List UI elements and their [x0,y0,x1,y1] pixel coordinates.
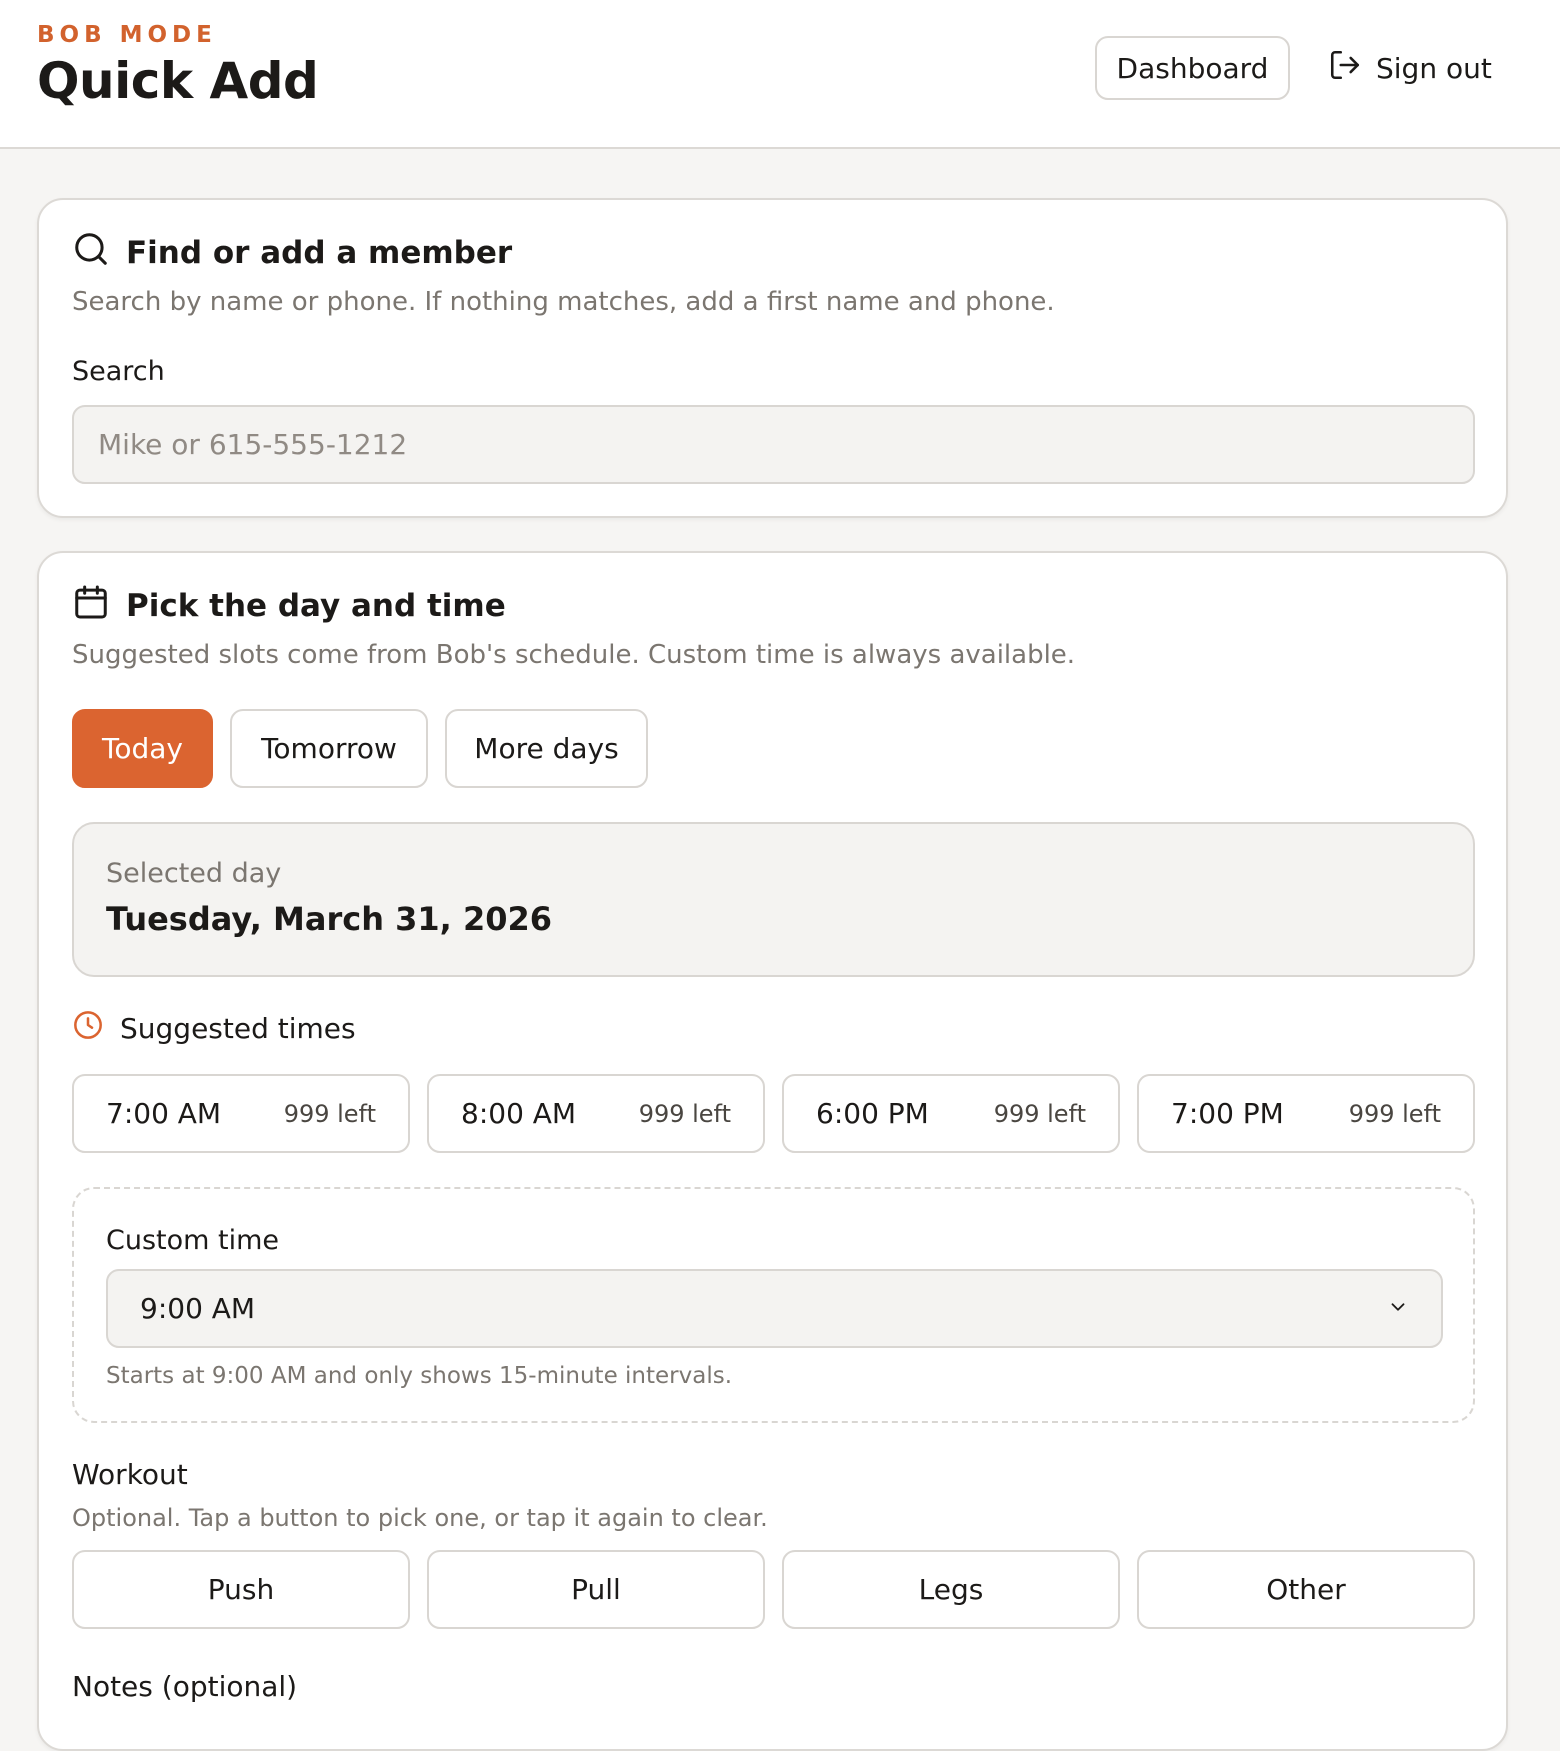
day-tabs: Today Tomorrow More days [72,709,648,788]
find-member-subtitle: Search by name or phone. If nothing matc… [72,287,1055,317]
slot-remaining: 999 left [638,1099,731,1128]
time-slot[interactable]: 7:00 PM 999 left [1137,1074,1475,1153]
day-time-card: Pick the day and time Suggested slots co… [37,551,1508,1751]
time-slot[interactable]: 7:00 AM 999 left [72,1074,410,1153]
custom-time-hint: Starts at 9:00 AM and only shows 15-minu… [106,1363,733,1389]
custom-time-select[interactable]: 9:00 AM [106,1269,1443,1348]
slot-time: 6:00 PM [816,1097,929,1130]
workout-options: Push Pull Legs Other [72,1550,1475,1629]
suggested-times-label: Suggested times [120,1012,356,1045]
workout-legs-button[interactable]: Legs [782,1550,1120,1629]
selected-day-value: Tuesday, March 31, 2026 [106,900,553,938]
notes-label: Notes (optional) [72,1670,298,1703]
workout-other-button[interactable]: Other [1137,1550,1475,1629]
tab-today[interactable]: Today [72,709,213,788]
find-member-card: Find or add a member Search by name or p… [37,198,1508,518]
search-label: Search [72,356,165,387]
day-time-subtitle: Suggested slots come from Bob's schedule… [72,640,1076,670]
selected-day-panel: Selected day Tuesday, March 31, 2026 [72,822,1475,977]
time-slots: 7:00 AM 999 left 8:00 AM 999 left 6:00 P… [72,1074,1475,1153]
slot-time: 7:00 AM [106,1097,222,1130]
calendar-icon [72,583,110,629]
workout-push-button[interactable]: Push [72,1550,410,1629]
search-icon [72,230,110,276]
page-title: Quick Add [37,52,319,110]
time-slot[interactable]: 8:00 AM 999 left [427,1074,765,1153]
time-slot[interactable]: 6:00 PM 999 left [782,1074,1120,1153]
day-time-title: Pick the day and time [126,588,506,624]
day-time-heading: Pick the day and time [72,583,506,629]
slot-time: 7:00 PM [1171,1097,1284,1130]
chevron-down-icon [1387,1296,1409,1322]
custom-time-box: Custom time 9:00 AM Starts at 9:00 AM an… [72,1187,1475,1423]
workout-pull-button[interactable]: Pull [427,1550,765,1629]
workout-subtitle: Optional. Tap a button to pick one, or t… [72,1504,768,1532]
find-member-heading: Find or add a member [72,230,512,276]
slot-time: 8:00 AM [461,1097,577,1130]
find-member-title: Find or add a member [126,235,513,271]
custom-time-label: Custom time [106,1225,280,1256]
suggested-times-heading: Suggested times [72,1009,356,1048]
slot-remaining: 999 left [1348,1099,1441,1128]
dashboard-button[interactable]: Dashboard [1095,36,1290,100]
tab-tomorrow[interactable]: Tomorrow [230,709,428,788]
mode-eyebrow: BOB MODE [37,22,217,48]
selected-day-label: Selected day [106,858,282,889]
app-header: BOB MODE Quick Add Dashboard Sign out [0,0,1560,149]
workout-label: Workout [72,1458,188,1491]
sign-out-button[interactable]: Sign out [1328,36,1492,100]
sign-out-icon [1328,48,1362,89]
sign-out-label: Sign out [1376,51,1492,85]
clock-icon [72,1009,104,1048]
search-input[interactable] [72,405,1475,484]
slot-remaining: 999 left [283,1099,376,1128]
tab-more-days[interactable]: More days [445,709,648,788]
custom-time-value: 9:00 AM [140,1292,256,1325]
slot-remaining: 999 left [993,1099,1086,1128]
